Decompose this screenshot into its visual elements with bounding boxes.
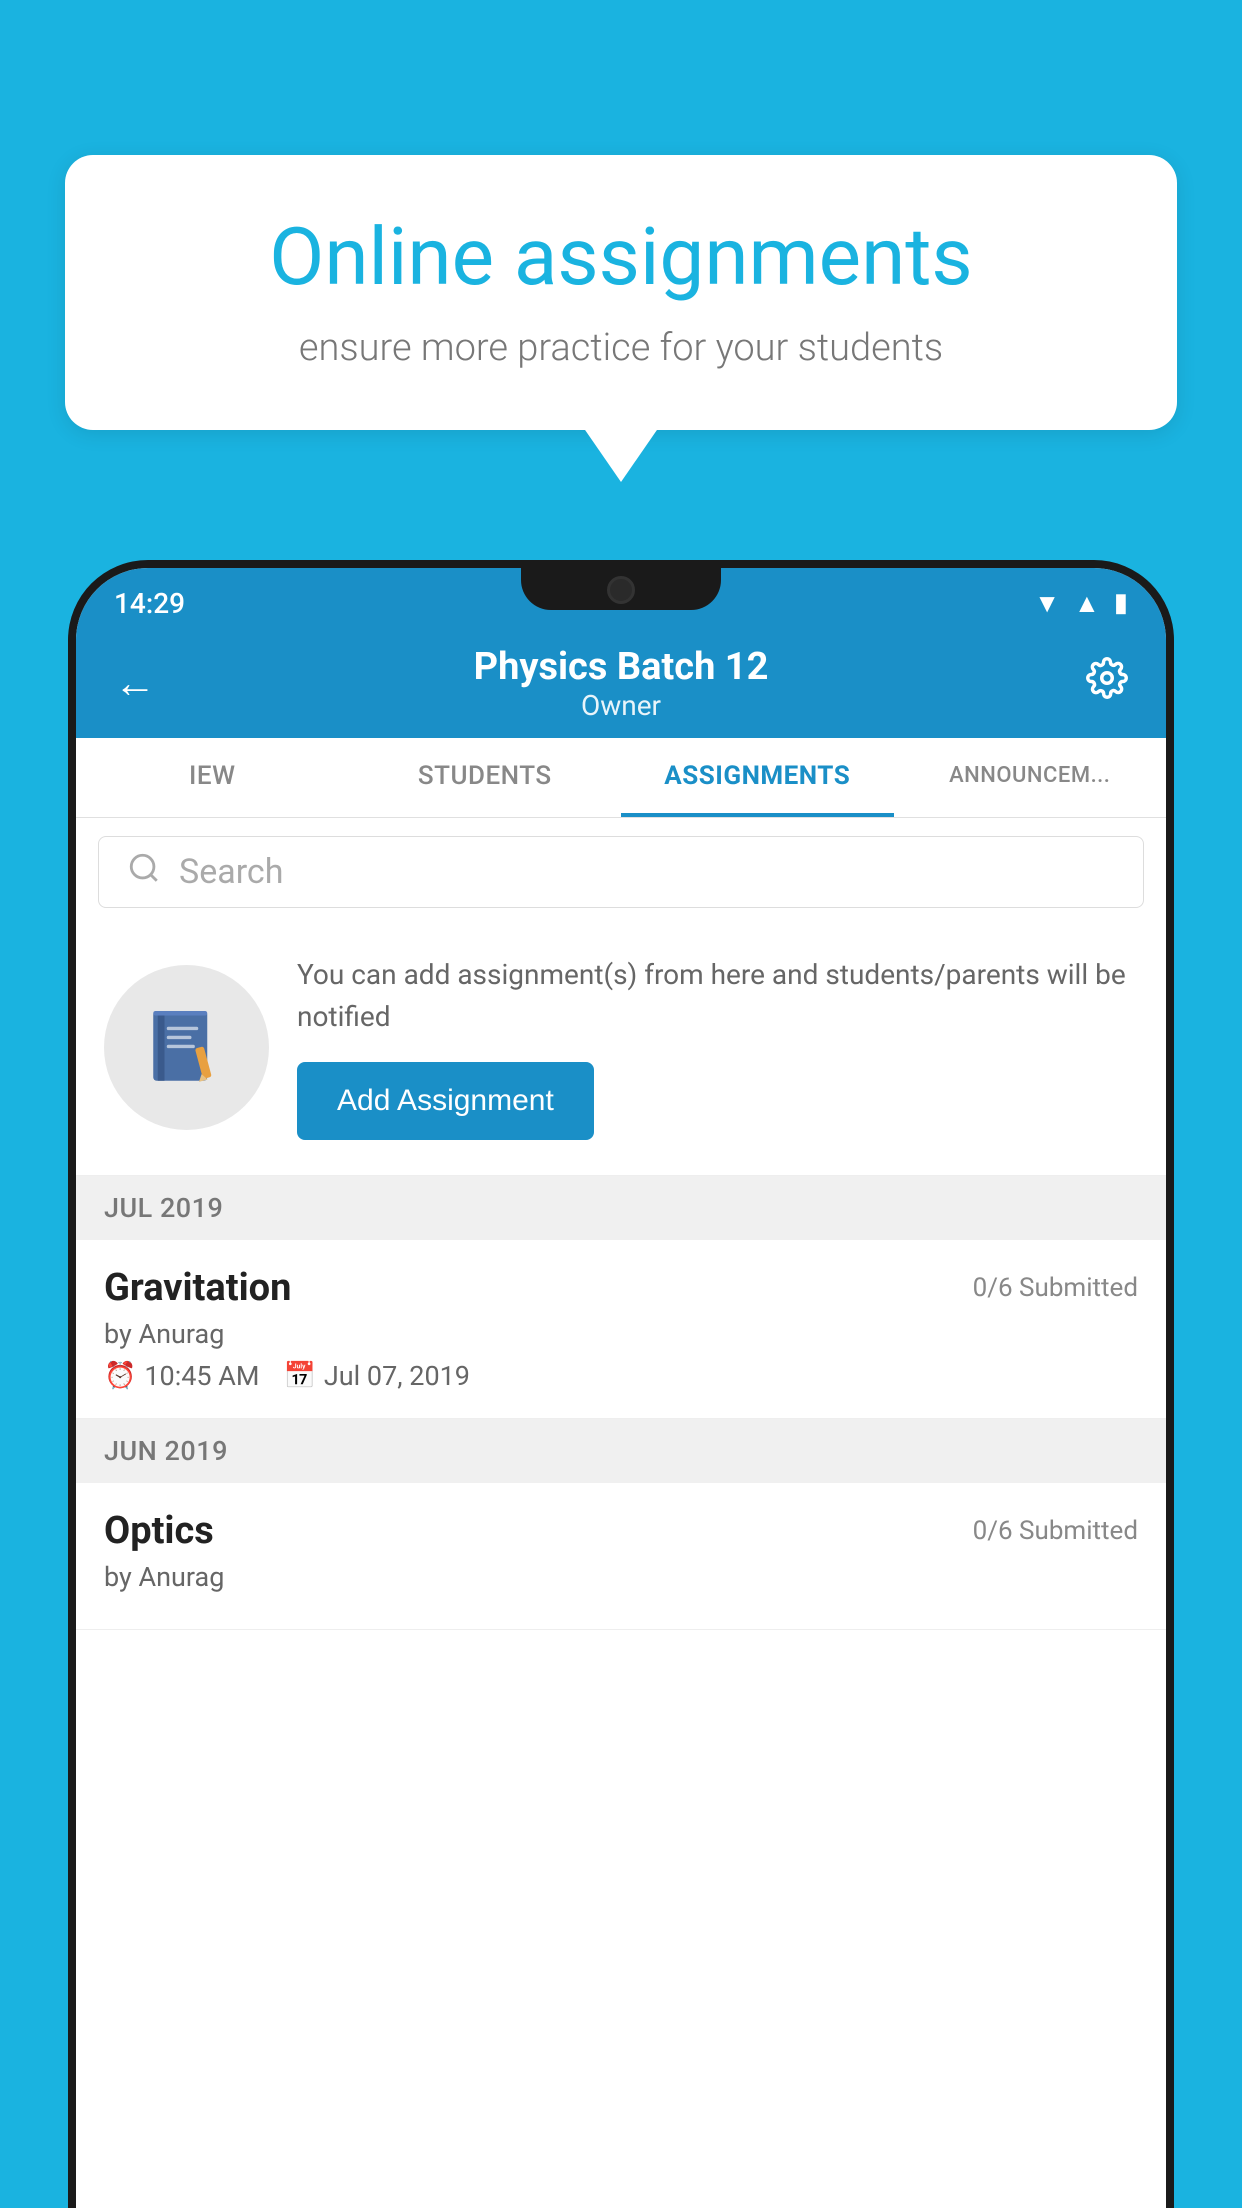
bubble-title: Online assignments (130, 210, 1112, 304)
tab-announcements[interactable]: ANNOUNCEM... (894, 738, 1167, 817)
settings-button[interactable] (1086, 657, 1128, 710)
time-item: ⏰ 10:45 AM (104, 1360, 260, 1392)
signal-icon: ▲ (1074, 588, 1100, 619)
wifi-icon: ▼ (1034, 588, 1060, 619)
clock-icon: ⏰ (104, 1361, 136, 1391)
search-icon (127, 851, 161, 894)
notebook-icon-wrap (104, 965, 269, 1130)
search-bar[interactable]: Search (98, 836, 1144, 908)
status-icons: ▼ ▲ ▮ (1034, 588, 1128, 619)
section-jul-2019: JUL 2019 (76, 1176, 1166, 1240)
assignment-time: 10:45 AM (144, 1360, 259, 1392)
assignment-meta-optics: by Anurag (104, 1561, 1138, 1593)
back-button[interactable]: ← (114, 659, 156, 708)
header-center: Physics Batch 12 Owner (474, 645, 769, 722)
tab-iew[interactable]: IEW (76, 738, 349, 817)
speech-bubble: Online assignments ensure more practice … (65, 155, 1177, 430)
submitted-badge-optics: 0/6 Submitted (973, 1516, 1138, 1546)
bubble-subtitle: ensure more practice for your students (130, 326, 1112, 370)
calendar-icon: 📅 (284, 1361, 316, 1391)
search-placeholder: Search (179, 852, 283, 892)
battery-icon: ▮ (1114, 588, 1128, 618)
speech-bubble-area: Online assignments ensure more practice … (65, 155, 1177, 430)
assignment-top-row: Gravitation 0/6 Submitted (104, 1266, 1138, 1310)
info-card: You can add assignment(s) from here and … (76, 926, 1166, 1176)
info-description: You can add assignment(s) from here and … (297, 954, 1138, 1038)
camera (607, 576, 635, 604)
tab-assignments[interactable]: ASSIGNMENTS (621, 738, 894, 817)
info-text-wrap: You can add assignment(s) from here and … (297, 954, 1138, 1140)
phone-screen: 14:29 ▼ ▲ ▮ ← Physics Batch 12 Owner (76, 568, 1166, 2208)
assignment-time-row: ⏰ 10:45 AM 📅 Jul 07, 2019 (104, 1360, 1138, 1392)
assignment-title: Gravitation (104, 1266, 291, 1310)
date-item: 📅 Jul 07, 2019 (284, 1360, 470, 1392)
tab-students[interactable]: STUDENTS (349, 738, 622, 817)
submitted-badge: 0/6 Submitted (973, 1273, 1138, 1303)
status-time: 14:29 (114, 587, 185, 620)
tabs-bar: IEW STUDENTS ASSIGNMENTS ANNOUNCEM... (76, 738, 1166, 818)
header-subtitle: Owner (474, 689, 769, 722)
assignment-item-optics[interactable]: Optics 0/6 Submitted by Anurag (76, 1483, 1166, 1630)
search-container: Search (76, 818, 1166, 926)
notch (521, 560, 721, 610)
add-assignment-button[interactable]: Add Assignment (297, 1062, 594, 1140)
assignment-meta: by Anurag (104, 1318, 1138, 1350)
app-header: ← Physics Batch 12 Owner (76, 628, 1166, 738)
assignment-top-row-optics: Optics 0/6 Submitted (104, 1509, 1138, 1553)
phone-frame: 14:29 ▼ ▲ ▮ ← Physics Batch 12 Owner (68, 560, 1174, 2208)
notebook-icon (142, 1002, 232, 1092)
assignment-date: Jul 07, 2019 (324, 1360, 470, 1392)
assignment-title-optics: Optics (104, 1509, 214, 1553)
section-jun-2019: JUN 2019 (76, 1419, 1166, 1483)
assignment-item-gravitation[interactable]: Gravitation 0/6 Submitted by Anurag ⏰ 10… (76, 1240, 1166, 1419)
header-title: Physics Batch 12 (474, 645, 769, 689)
